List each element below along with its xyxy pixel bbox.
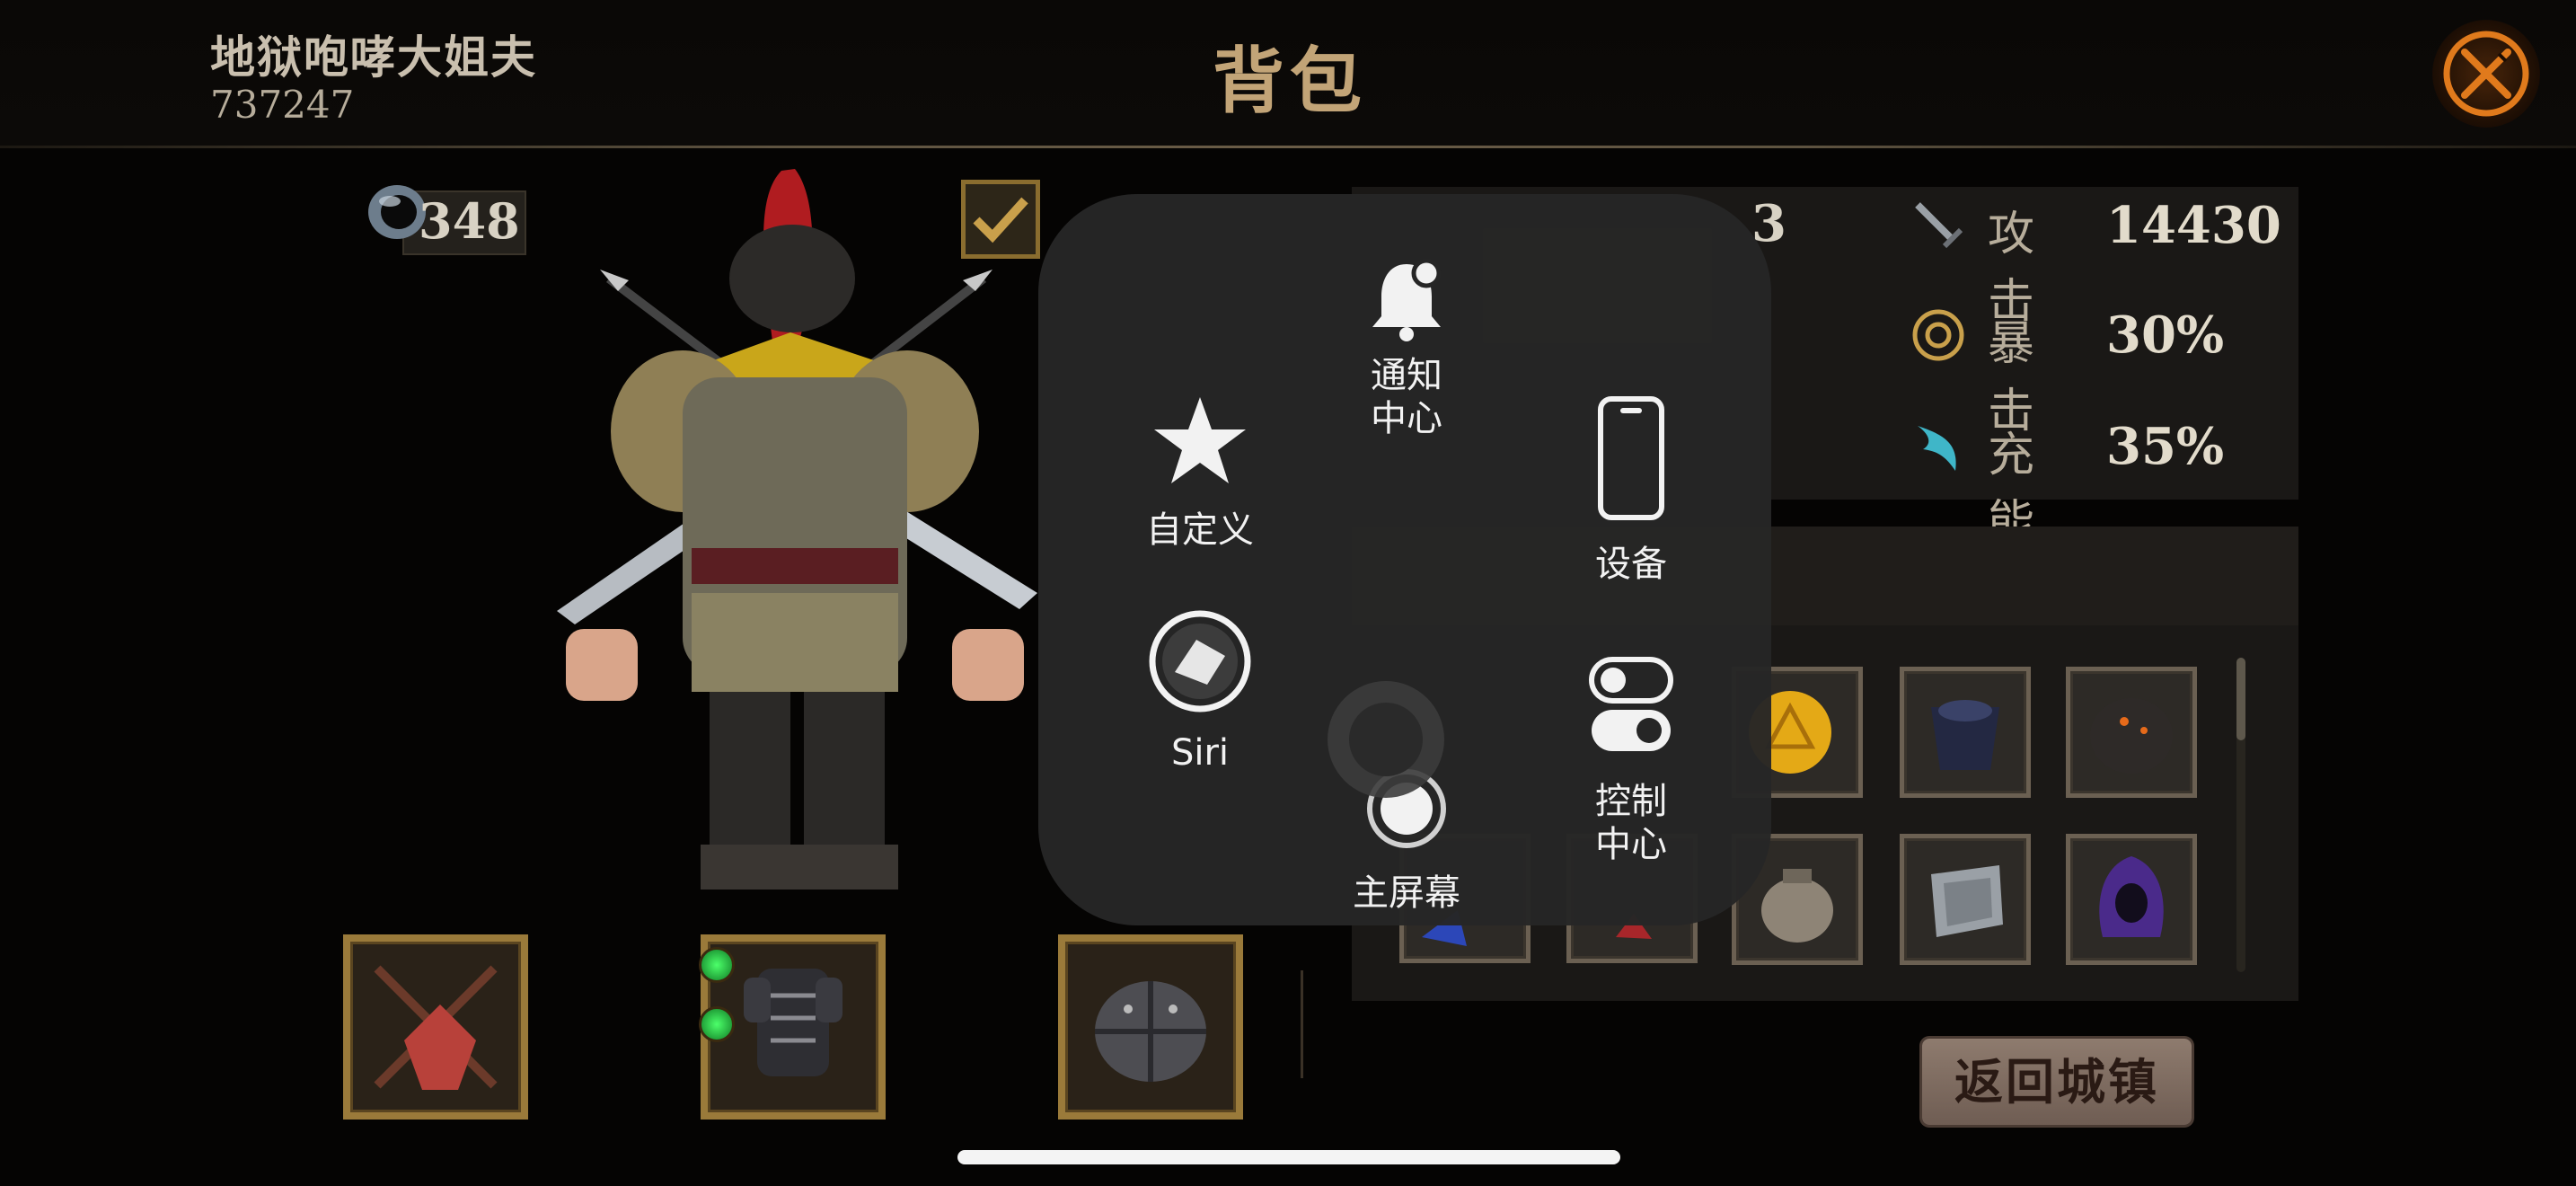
notification-center-item[interactable]: 通知 中心: [1353, 255, 1460, 440]
control-center-item[interactable]: 控制 中心: [1577, 656, 1685, 866]
panel-divider: [1301, 970, 1303, 1078]
volcanic-helmet-icon: [2090, 698, 2173, 774]
device-item[interactable]: 设备: [1577, 395, 1685, 586]
crit-target-icon: [1912, 309, 1964, 361]
dark-cape-icon: [1931, 700, 1999, 770]
iron-helmet-icon: [1095, 981, 1206, 1082]
bell-icon: [1372, 258, 1442, 341]
siri-icon: [1149, 610, 1251, 712]
scrollbar-thumb[interactable]: [2236, 658, 2245, 740]
siri-label: Siri: [1170, 732, 1230, 774]
inventory-slot[interactable]: [2066, 667, 2197, 798]
notification-center-label: 通知 中心: [1371, 355, 1442, 439]
inventory-slot[interactable]: [2066, 834, 2197, 965]
inventory-slot[interactable]: [1900, 834, 2031, 965]
stat-attack-value: 14430: [2106, 196, 2281, 255]
toggle-switches-icon: [1589, 657, 1673, 751]
header-divider: [0, 146, 2576, 148]
siri-item[interactable]: Siri: [1146, 609, 1254, 774]
home-indicator[interactable]: [957, 1150, 1620, 1164]
device-label: 设备: [1595, 544, 1667, 585]
customize-label: 自定义: [1146, 509, 1254, 551]
stat-crit-value: 30%: [2106, 305, 2225, 365]
customize-item[interactable]: 自定义: [1128, 394, 1272, 552]
character-model[interactable]: [548, 162, 1051, 898]
phone-icon: [1598, 396, 1664, 520]
sword-icon: [1915, 202, 1963, 249]
helmet-slot[interactable]: [1058, 934, 1243, 1120]
assistive-touch-button[interactable]: [1328, 681, 1444, 798]
assistive-touch-knob: [1349, 703, 1423, 776]
weapon-slot[interactable]: [343, 934, 528, 1120]
inventory-slot[interactable]: [1900, 667, 2031, 798]
return-to-town-button[interactable]: 返回城镇: [1922, 1039, 2192, 1125]
stone-shield-icon: [1931, 865, 2003, 937]
player-name: 地狱咆哮大姐夫: [210, 31, 537, 84]
page-title: 背包: [1213, 39, 1367, 123]
player-id: 737247: [210, 83, 355, 127]
energy-wing-icon: [1918, 426, 1956, 471]
socket-gem-icon: [699, 1006, 735, 1042]
control-center-label: 控制 中心: [1595, 781, 1667, 865]
inventory-scrollbar[interactable]: [2236, 658, 2245, 972]
crossed-swords-close-icon: [2443, 31, 2529, 117]
star-icon: [1154, 397, 1246, 483]
purple-hood-icon: [2099, 856, 2164, 937]
home-label: 主屏幕: [1353, 872, 1460, 914]
socket-gem-icon: [699, 947, 735, 983]
assistive-touch-menu: 通知 中心 自定义 设备 Siri 控制 中心 主屏幕: [1038, 194, 1771, 925]
armor-slot[interactable]: [699, 934, 886, 1120]
close-button[interactable]: [2432, 20, 2540, 128]
currency-value: 348: [419, 192, 520, 250]
crossed-axes-icon: [374, 965, 498, 1090]
stat-energy-value: 35%: [2106, 417, 2225, 476]
